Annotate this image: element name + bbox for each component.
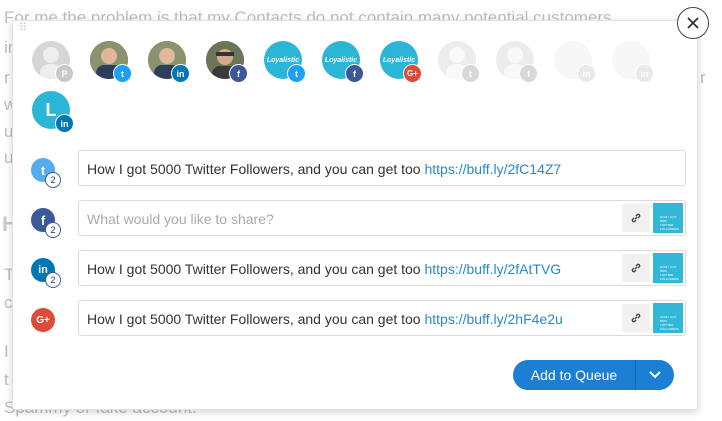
- article-fragment: r: [700, 68, 706, 87]
- post-link[interactable]: https://buff.ly/2fAtTVG: [424, 261, 561, 277]
- post-thumbnail[interactable]: HOW I GOT 5000 TWITTER FOLLOWERS: [653, 303, 683, 333]
- googleplus-post-field[interactable]: How I got 5000 Twitter Followers, and yo…: [78, 300, 686, 336]
- facebook-icon: f: [519, 64, 538, 83]
- post-thumbnail[interactable]: HOW I GOT 5000 TWITTER FOLLOWERS: [653, 253, 683, 283]
- composer-panel: ⠿ P t in f Loyalistic t Loyalistic f Loy…: [12, 20, 698, 410]
- add-to-queue-button-group: Add to Queue: [513, 360, 674, 390]
- close-icon: [687, 17, 699, 29]
- linkedin-post-field[interactable]: How I got 5000 Twitter Followers, and yo…: [78, 250, 686, 286]
- post-text: How I got 5000 Twitter Followers, and yo…: [87, 161, 562, 177]
- twitter-post-field[interactable]: How I got 5000 Twitter Followers, and yo…: [78, 150, 686, 186]
- post-thumbnail[interactable]: HOW I GOT 5000 TWITTER FOLLOWERS: [653, 203, 683, 233]
- queue-options-dropdown[interactable]: [636, 360, 674, 390]
- pinterest-icon: P: [55, 64, 74, 83]
- profile-avatar-loyalistic-twitter[interactable]: Loyalistic t: [264, 41, 306, 83]
- profile-avatar-facebook[interactable]: f: [206, 41, 248, 83]
- drag-handle[interactable]: ⠿: [19, 23, 29, 34]
- twitter-icon: t: [287, 64, 306, 83]
- profile-avatar-placeholder-linkedin-2[interactable]: in: [612, 41, 654, 83]
- close-button[interactable]: [677, 7, 709, 39]
- article-fragment: r: [4, 68, 10, 87]
- post-text: How I got 5000 Twitter Followers, and yo…: [87, 261, 562, 277]
- profile-avatar-placeholder-facebook[interactable]: f: [496, 41, 538, 83]
- facebook-post-field[interactable]: What would you like to share? HOW I GOT …: [78, 200, 686, 236]
- account-count-badge: 2: [45, 272, 61, 288]
- post-link[interactable]: https://buff.ly/2fC14Z7: [424, 161, 561, 177]
- facebook-icon: f: [229, 64, 248, 83]
- facebook-icon: f 2: [31, 208, 61, 238]
- linkedin-icon: in: [635, 64, 654, 83]
- link-icon[interactable]: [622, 254, 650, 282]
- profile-avatar-loyalistic-linkedin[interactable]: L in: [32, 91, 74, 133]
- link-icon[interactable]: [622, 304, 650, 332]
- chevron-down-icon: [649, 371, 661, 379]
- post-placeholder: What would you like to share?: [87, 211, 274, 227]
- article-fragment: t: [4, 370, 9, 389]
- linkedin-icon: in: [171, 64, 190, 83]
- profile-avatar-placeholder-linkedin[interactable]: in: [554, 41, 596, 83]
- twitter-icon: t: [113, 64, 132, 83]
- account-count-badge: 2: [45, 172, 61, 188]
- profile-avatar-loyalistic-googleplus[interactable]: Loyalistic G+: [380, 41, 422, 83]
- facebook-icon: f: [345, 64, 364, 83]
- profile-avatar-linkedin[interactable]: in: [148, 41, 190, 83]
- account-count-badge: 2: [45, 222, 61, 238]
- profile-avatar-pinterest[interactable]: P: [32, 41, 74, 83]
- add-to-queue-button[interactable]: Add to Queue: [513, 360, 635, 390]
- linkedin-icon: in: [577, 64, 596, 83]
- link-icon[interactable]: [622, 204, 650, 232]
- profile-avatar-placeholder-twitter[interactable]: t: [438, 41, 480, 83]
- linkedin-icon: in: [55, 114, 74, 133]
- post-text: How I got 5000 Twitter Followers, and yo…: [87, 311, 563, 327]
- article-fragment: I: [4, 342, 9, 361]
- twitter-icon: t: [461, 64, 480, 83]
- linkedin-icon: in 2: [31, 258, 61, 288]
- profile-avatar-twitter[interactable]: t: [90, 41, 132, 83]
- googleplus-icon: G+: [31, 308, 55, 332]
- profile-avatar-loyalistic-facebook[interactable]: Loyalistic f: [322, 41, 364, 83]
- googleplus-icon: G+: [403, 64, 422, 83]
- post-link[interactable]: https://buff.ly/2hF4e2u: [424, 311, 562, 327]
- twitter-icon: t 2: [31, 158, 61, 188]
